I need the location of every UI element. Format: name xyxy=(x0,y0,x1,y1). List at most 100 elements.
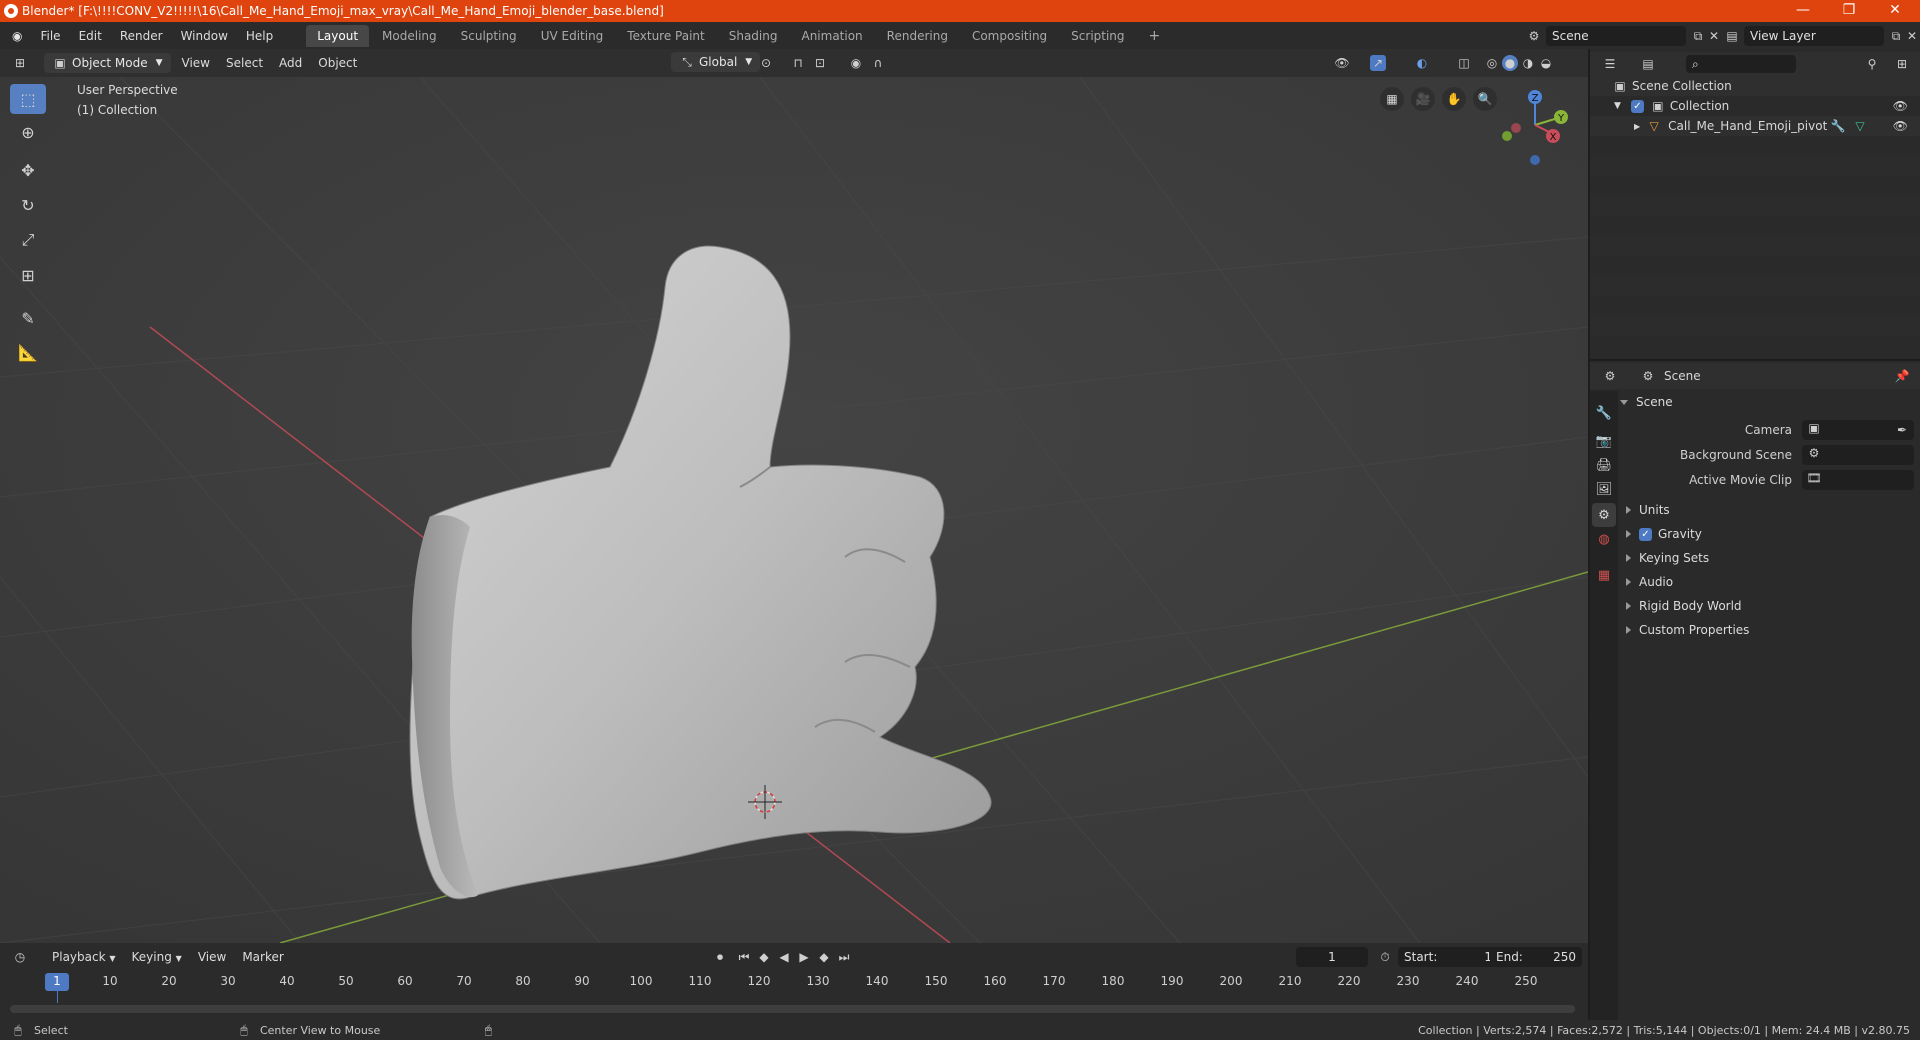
timeline-view-menu[interactable]: View xyxy=(190,948,234,966)
menu-render[interactable]: Render xyxy=(111,29,172,43)
section-audio[interactable]: Audio xyxy=(1626,571,1673,593)
section-rigid-body-world[interactable]: Rigid Body World xyxy=(1626,595,1742,617)
menu-window[interactable]: Window xyxy=(172,29,237,43)
pivot-icon[interactable]: ⊙ xyxy=(758,55,774,71)
scene-tab-icon[interactable]: ⚙ xyxy=(1592,503,1616,527)
view-layer-tab-icon[interactable]: 🖼 xyxy=(1592,477,1616,501)
mode-dropdown[interactable]: ▣ Object Mode ▼ xyxy=(44,53,171,73)
view-menu[interactable]: View xyxy=(174,54,218,72)
pin-icon[interactable]: 📌 xyxy=(1894,368,1910,384)
prev-keyframe-icon[interactable]: ◆ xyxy=(756,949,772,965)
3d-viewport[interactable]: ⬚ ⊕ ✥ ↻ ⤢ ⊞ ✎ 📐 User Perspective (1) Col… xyxy=(0,77,1588,943)
start-frame-field[interactable]: Start: 1 xyxy=(1398,947,1498,967)
scale-tool[interactable]: ⤢ xyxy=(10,225,46,255)
tab-shading[interactable]: Shading xyxy=(718,25,789,47)
end-frame-field[interactable]: End: 250 xyxy=(1490,947,1582,967)
overlay-toggle-icon[interactable]: ◐ xyxy=(1414,55,1430,71)
solid-shading-icon[interactable]: ● xyxy=(1502,55,1518,71)
outliner-row-collection[interactable]: ▼ ✓ ▣ Collection 👁 xyxy=(1590,96,1920,116)
timeline-scrollbar[interactable] xyxy=(10,1005,1575,1013)
outliner-search-input[interactable]: ⌕ xyxy=(1686,55,1796,73)
menu-help[interactable]: Help xyxy=(237,29,282,43)
maximize-button[interactable]: ❐ xyxy=(1826,0,1872,22)
minimize-button[interactable]: — xyxy=(1780,0,1826,22)
tab-rendering[interactable]: Rendering xyxy=(876,25,959,47)
measure-tool[interactable]: 📐 xyxy=(10,337,46,367)
blender-menu-icon[interactable]: ◉ xyxy=(0,29,31,43)
jump-end-icon[interactable]: ⏭ xyxy=(836,949,852,965)
tab-uv-editing[interactable]: UV Editing xyxy=(530,25,615,47)
tab-scripting[interactable]: Scripting xyxy=(1060,25,1135,47)
expand-triangle-icon[interactable]: ▼ xyxy=(1614,101,1621,111)
cursor-tool[interactable]: ⊕ xyxy=(10,117,46,147)
move-tool[interactable]: ✥ xyxy=(10,155,46,185)
view-layer-icon[interactable]: ▤ xyxy=(1724,28,1740,44)
delete-scene-icon[interactable]: ✕ xyxy=(1706,28,1722,44)
record-icon[interactable]: ⏺ xyxy=(712,949,728,965)
rotate-tool[interactable]: ↻ xyxy=(10,190,46,220)
tab-animation[interactable]: Animation xyxy=(790,25,873,47)
play-icon[interactable]: ▶ xyxy=(796,949,812,965)
background-scene-field[interactable]: ⚙ xyxy=(1802,445,1914,465)
outliner-row-object[interactable]: ▶ ▽ Call_Me_Hand_Emoji_pivot 🔧 ▽ 👁 xyxy=(1590,116,1920,136)
editor-type-icon[interactable]: ⊞ xyxy=(12,55,28,71)
orientation-dropdown[interactable]: ⤡ Global ▼ xyxy=(671,52,761,72)
active-movie-clip-field[interactable]: 🎞 xyxy=(1802,470,1914,490)
properties-editor-icon[interactable]: ⚙ xyxy=(1602,368,1618,384)
section-units[interactable]: Units xyxy=(1626,499,1670,521)
falloff-icon[interactable]: ∩ xyxy=(870,55,886,71)
collection-checkbox[interactable]: ✓ xyxy=(1630,99,1644,113)
current-frame-field[interactable]: 1 xyxy=(1296,947,1368,967)
new-collection-icon[interactable]: ⊞ xyxy=(1894,56,1910,72)
annotate-tool[interactable]: ✎ xyxy=(10,303,46,333)
jump-start-icon[interactable]: ⏮ xyxy=(736,949,752,965)
modifier-icon[interactable]: 🔧 xyxy=(1830,118,1846,134)
display-mode-icon[interactable]: ▤ xyxy=(1640,56,1656,72)
select-box-tool[interactable]: ⬚ xyxy=(10,84,46,114)
tab-modeling[interactable]: Modeling xyxy=(371,25,448,47)
new-view-layer-icon[interactable]: ⧉ xyxy=(1888,28,1904,44)
render-tab-icon[interactable]: 📷 xyxy=(1592,429,1616,453)
keying-menu[interactable]: Keying ▼ xyxy=(124,948,190,966)
timeline-editor-icon[interactable]: ◷ xyxy=(12,949,28,965)
object-menu[interactable]: Object xyxy=(310,54,365,72)
section-custom-properties[interactable]: Custom Properties xyxy=(1626,619,1749,641)
tab-compositing[interactable]: Compositing xyxy=(961,25,1058,47)
next-keyframe-icon[interactable]: ◆ xyxy=(816,949,832,965)
menu-file[interactable]: File xyxy=(31,29,69,43)
wireframe-shading-icon[interactable]: ◎ xyxy=(1484,55,1500,71)
gravity-checkbox[interactable]: ✓ xyxy=(1639,527,1652,541)
section-gravity[interactable]: ✓ Gravity xyxy=(1626,523,1702,545)
menu-edit[interactable]: Edit xyxy=(70,29,111,43)
navigation-gizmo[interactable]: Z Y X xyxy=(1498,85,1578,165)
new-scene-icon[interactable]: ⧉ xyxy=(1690,28,1706,44)
grid-view-icon[interactable]: ▦ xyxy=(1380,87,1404,111)
select-menu[interactable]: Select xyxy=(218,54,271,72)
close-button[interactable]: ✕ xyxy=(1872,0,1918,22)
visibility-icon[interactable]: 👁 xyxy=(1334,55,1350,71)
filter-icon[interactable]: ⚲ xyxy=(1864,56,1880,72)
transform-tool[interactable]: ⊞ xyxy=(10,260,46,290)
marker-menu[interactable]: Marker xyxy=(234,948,291,966)
tab-sculpting[interactable]: Sculpting xyxy=(450,25,528,47)
timeline-ruler[interactable]: 1 10 20 30 40 50 60 70 80 90 100 110 120… xyxy=(0,971,1588,991)
collection-visibility-icon[interactable]: 👁 xyxy=(1893,99,1908,113)
eyedropper-icon[interactable]: ✒ xyxy=(1894,422,1910,438)
camera-field[interactable]: ▣ ✒ xyxy=(1802,420,1914,440)
proportional-edit-icon[interactable]: ◉ xyxy=(848,55,864,71)
outliner-editor-icon[interactable]: ☰ xyxy=(1602,56,1618,72)
play-reverse-icon[interactable]: ◀ xyxy=(776,949,792,965)
gizmo-toggle-icon[interactable]: ↗ xyxy=(1370,55,1386,71)
mesh-data-icon[interactable]: ▽ xyxy=(1852,118,1868,134)
pan-hand-icon[interactable]: ✋ xyxy=(1442,87,1466,111)
material-shading-icon[interactable]: ◑ xyxy=(1520,55,1536,71)
texture-tab-icon[interactable]: ▦ xyxy=(1592,563,1616,587)
snap-target-icon[interactable]: ⊡ xyxy=(812,55,828,71)
zoom-icon[interactable]: 🔍 xyxy=(1473,87,1497,111)
xray-icon[interactable]: ◫ xyxy=(1456,55,1472,71)
tool-tab-icon[interactable]: 🔧 xyxy=(1592,401,1616,425)
rendered-shading-icon[interactable]: ◒ xyxy=(1538,55,1554,71)
delete-view-layer-icon[interactable]: ✕ xyxy=(1904,28,1920,44)
world-tab-icon[interactable]: ◍ xyxy=(1592,527,1616,551)
tab-layout[interactable]: Layout xyxy=(306,24,370,47)
